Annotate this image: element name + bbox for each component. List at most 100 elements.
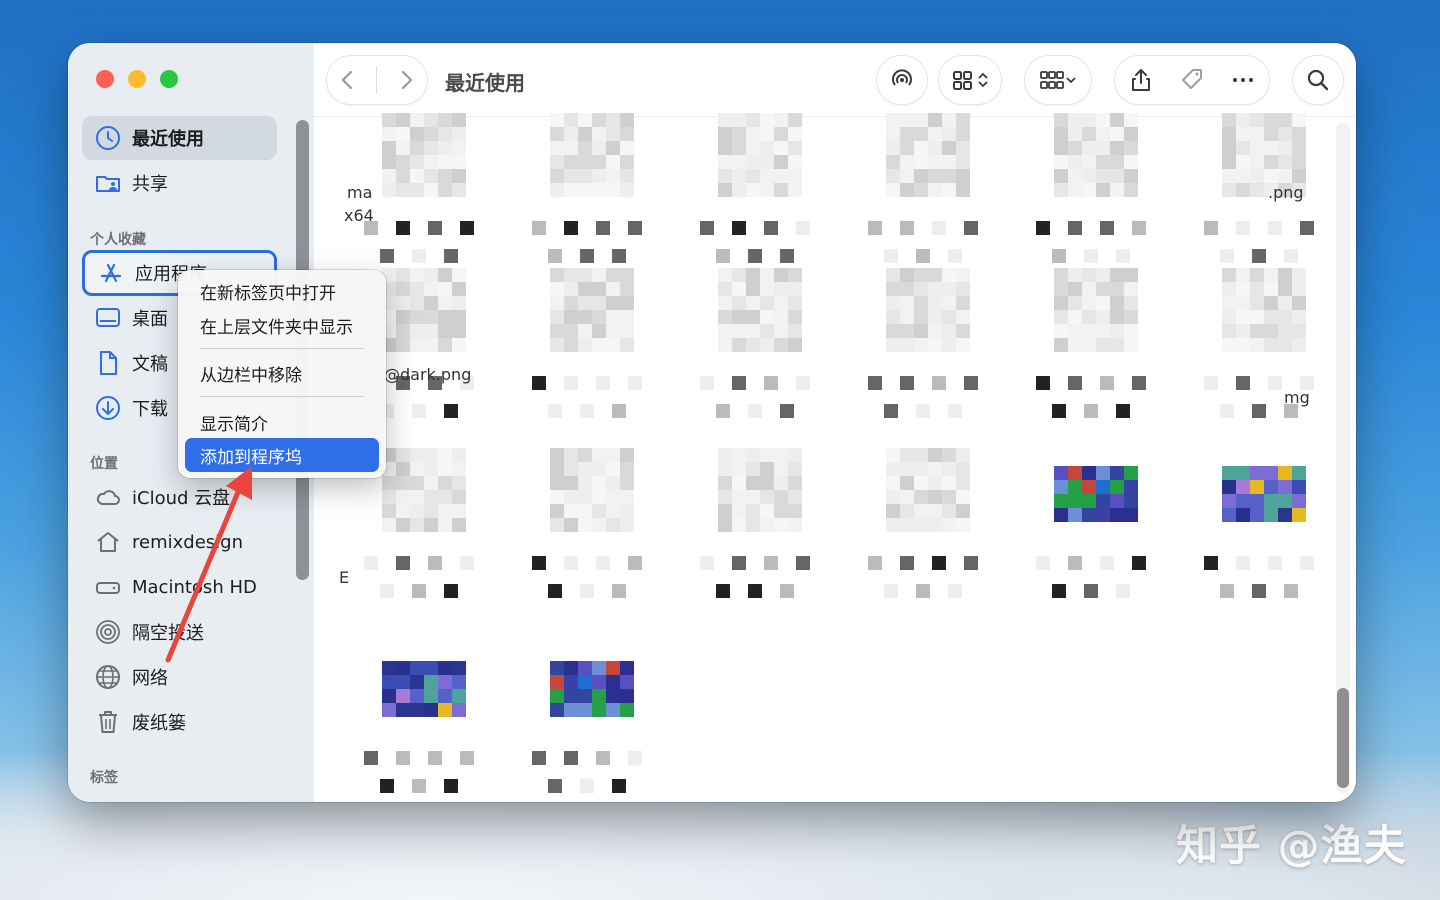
thumbnail-pixel	[1264, 296, 1278, 310]
thumbnail-pixel	[788, 127, 802, 141]
menu-item-open-in-new-tab[interactable]: 在新标签页中打开	[185, 274, 379, 308]
thumbnail-pixel	[424, 268, 438, 282]
filename-redaction	[628, 221, 642, 235]
share-icon[interactable]	[1128, 67, 1154, 93]
thumbnail-pixel	[452, 490, 466, 504]
sidebar-item-recents[interactable]: 最近使用	[82, 116, 277, 160]
zoom-button[interactable]	[160, 70, 178, 88]
forward-icon[interactable]	[393, 67, 419, 93]
thumbnail-pixel	[1096, 155, 1110, 169]
thumbnail-pixel	[732, 518, 746, 532]
sidebar-item-shared[interactable]: 共享	[82, 161, 277, 205]
thumbnail-pixel	[1082, 268, 1096, 282]
thumbnail-pixel	[788, 282, 802, 296]
thumbnail-pixel	[424, 296, 438, 310]
thumbnail-pixel	[396, 689, 410, 703]
thumbnail-pixel	[396, 703, 410, 717]
thumbnail-pixel	[1222, 466, 1236, 480]
chevron-updown-icon	[978, 72, 988, 88]
tag-icon[interactable]	[1179, 67, 1205, 93]
thumbnail-pixel	[1222, 296, 1236, 310]
thumbnail-pixel	[1054, 324, 1068, 338]
thumbnail-pixel	[914, 141, 928, 155]
icon-grid-icon	[953, 71, 972, 90]
search-button[interactable]	[1292, 55, 1344, 105]
filename-redaction	[1132, 376, 1146, 390]
thumbnail-pixel	[1082, 296, 1096, 310]
thumbnail-pixel	[1068, 324, 1082, 338]
thumbnail-pixel	[886, 268, 900, 282]
filename-redaction	[1220, 249, 1234, 263]
thumbnail-pixel	[718, 518, 732, 532]
scrollbar-thumb[interactable]	[1337, 688, 1349, 788]
thumbnail-pixel	[396, 518, 410, 532]
thumbnail-pixel	[1110, 494, 1124, 508]
thumbnail-pixel	[424, 338, 438, 352]
content-scrollbar[interactable]	[1336, 123, 1350, 793]
filename-redaction	[780, 404, 794, 418]
filename-redaction	[780, 249, 794, 263]
back-icon[interactable]	[335, 67, 361, 93]
group-button[interactable]	[1024, 55, 1092, 105]
thumbnail-pixel	[1222, 494, 1236, 508]
sidebar-item-airdrop[interactable]: 隔空投送	[82, 610, 277, 654]
thumbnail-pixel	[564, 310, 578, 324]
thumbnail-pixel	[914, 155, 928, 169]
thumbnail-pixel	[578, 310, 592, 324]
minimize-button[interactable]	[128, 70, 146, 88]
filename-redaction	[1268, 221, 1282, 235]
thumbnail-pixel	[424, 703, 438, 717]
thumbnail-pixel	[900, 113, 914, 127]
thumbnail-pixel	[928, 518, 942, 532]
sidebar-item-network[interactable]: 网络	[82, 655, 277, 699]
menu-item-remove-from-sidebar[interactable]: 从边栏中移除	[185, 356, 379, 390]
disk-icon	[96, 582, 120, 594]
thumbnail-pixel	[1096, 324, 1110, 338]
thumbnail-pixel	[564, 476, 578, 490]
thumbnail-pixel	[1278, 169, 1292, 183]
thumbnail-pixel	[900, 310, 914, 324]
airdrop-button[interactable]	[876, 55, 928, 105]
filename-redaction	[396, 751, 410, 765]
thumbnail-pixel	[886, 113, 900, 127]
thumbnail-pixel	[1278, 296, 1292, 310]
thumbnail-pixel	[1054, 310, 1068, 324]
thumbnail-pixel	[886, 282, 900, 296]
thumbnail-pixel	[928, 476, 942, 490]
thumbnail-pixel	[578, 462, 592, 476]
thumbnail-pixel	[438, 268, 452, 282]
thumbnail-pixel	[564, 448, 578, 462]
sidebar-item-icloud[interactable]: iCloud 云盘	[82, 475, 277, 519]
thumbnail-pixel	[424, 155, 438, 169]
thumbnail-pixel	[1278, 113, 1292, 127]
menu-item-add-to-dock[interactable]: 添加到程序坞	[185, 438, 379, 472]
thumbnail-pixel	[1068, 155, 1082, 169]
thumbnail-pixel	[942, 448, 956, 462]
section-favorites: 个人收藏	[90, 232, 146, 248]
thumbnail-pixel	[564, 703, 578, 717]
thumbnail-pixel	[914, 448, 928, 462]
sidebar-item-macintosh-hd[interactable]: Macintosh HD	[82, 565, 277, 609]
sidebar-item-home[interactable]: remixdesign	[82, 520, 277, 564]
thumbnail-pixel	[1236, 268, 1250, 282]
filename-redaction	[380, 249, 394, 263]
thumbnail-pixel	[1110, 508, 1124, 522]
filename-redaction	[460, 221, 474, 235]
thumbnail-pixel	[410, 476, 424, 490]
menu-item-get-info[interactable]: 显示简介	[185, 405, 379, 439]
thumbnail-pixel	[1278, 508, 1292, 522]
more-icon[interactable]	[1230, 67, 1256, 93]
thumbnail-pixel	[1222, 141, 1236, 155]
thumbnail-pixel	[620, 324, 634, 338]
filename-redaction	[868, 221, 882, 235]
thumbnail-pixel	[606, 462, 620, 476]
filename-redaction	[900, 221, 914, 235]
thumbnail-pixel	[424, 324, 438, 338]
sidebar-item-trash[interactable]: 废纸篓	[82, 700, 277, 744]
close-button[interactable]	[96, 70, 114, 88]
thumbnail-pixel	[732, 338, 746, 352]
menu-item-show-in-enclosing-folder[interactable]: 在上层文件夹中显示	[185, 308, 379, 342]
thumbnail-pixel	[1292, 268, 1306, 282]
view-mode-button[interactable]	[938, 55, 1002, 105]
filename-redaction	[732, 376, 746, 390]
